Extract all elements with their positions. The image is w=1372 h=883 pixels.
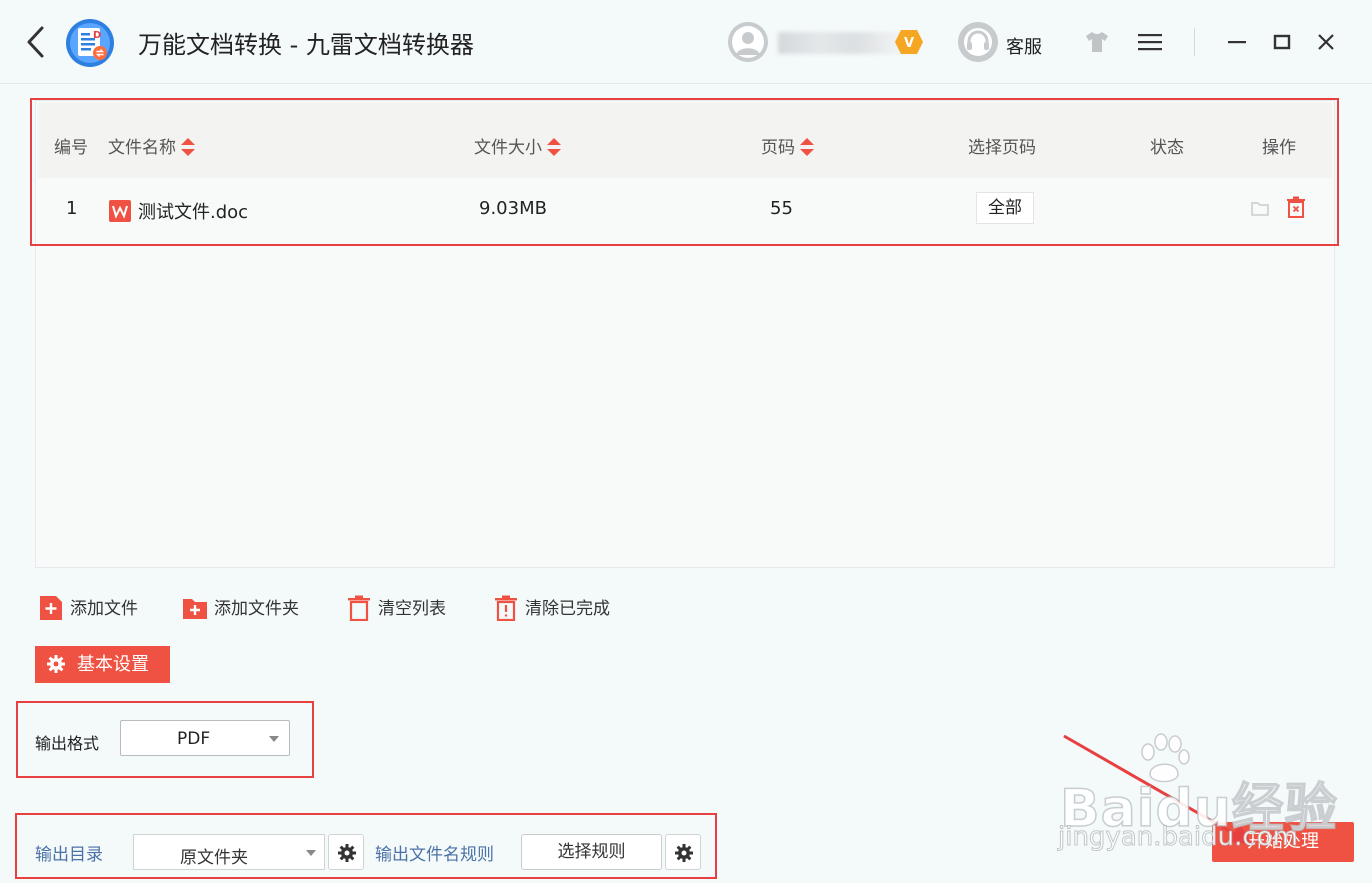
add-folder-icon: [183, 599, 207, 619]
column-header-size[interactable]: 文件大小: [474, 133, 562, 158]
delete-icon[interactable]: [1286, 196, 1306, 218]
maximize-icon[interactable]: [1271, 30, 1293, 54]
sort-icon[interactable]: [546, 137, 562, 157]
column-header-select-pages: 选择页码: [968, 138, 1036, 158]
column-header-name-label: 文件名称: [108, 138, 176, 158]
menu-icon[interactable]: [1138, 32, 1162, 52]
file-list-panel: 编号 文件名称 文件大小 页码 选择页码 状态 操作 1 测试文件.doc 9.…: [30, 98, 1339, 568]
output-format-value: PDF: [177, 729, 211, 749]
vip-badge-icon: V: [895, 30, 923, 54]
gear-icon: [338, 844, 356, 862]
output-format-label: 输出格式: [35, 734, 100, 753]
column-header-pages[interactable]: 页码: [761, 133, 815, 158]
column-header-size-label: 文件大小: [474, 138, 542, 158]
window-separator: [1194, 28, 1195, 56]
basic-settings-label: 基本设置: [77, 654, 149, 675]
close-icon[interactable]: [1315, 30, 1337, 54]
clear-done-label: 清除已完成: [525, 599, 610, 619]
clear-done-button[interactable]: 清除已完成: [493, 594, 610, 621]
output-dir-label: 输出目录: [35, 845, 103, 865]
skin-tshirt-icon[interactable]: [1084, 30, 1110, 54]
row-file-size: 9.03MB: [479, 198, 547, 219]
add-folder-label: 添加文件夹: [214, 599, 299, 619]
table-row[interactable]: 1 测试文件.doc 9.03MB 55 全部: [38, 178, 1332, 240]
column-header-index: 编号: [54, 138, 88, 158]
table-header: 编号 文件名称 文件大小 页码 选择页码 状态 操作: [38, 103, 1332, 178]
back-arrow-icon[interactable]: [22, 24, 52, 60]
row-file-name-text: 测试文件.doc: [138, 202, 249, 223]
basic-settings-tab[interactable]: 基本设置: [35, 646, 170, 683]
trash-icon: [348, 595, 370, 621]
app-logo-icon: D: [66, 19, 114, 67]
column-header-name[interactable]: 文件名称: [108, 133, 196, 158]
clear-list-label: 清空列表: [378, 599, 446, 619]
add-file-label: 添加文件: [70, 599, 138, 619]
row-file-name: 测试文件.doc: [108, 198, 248, 224]
open-folder-icon[interactable]: [1250, 198, 1270, 218]
select-rule-button[interactable]: 选择规则: [521, 834, 662, 870]
word-file-icon: [109, 200, 131, 222]
column-header-operation: 操作: [1262, 138, 1296, 158]
gear-icon: [675, 844, 693, 862]
output-dir-value: 原文件夹: [180, 848, 248, 868]
minimize-icon[interactable]: [1226, 30, 1248, 54]
output-dir-settings-button[interactable]: [328, 834, 364, 870]
filename-rule-settings-button[interactable]: [665, 834, 701, 870]
sort-icon[interactable]: [799, 137, 815, 157]
sort-icon[interactable]: [180, 137, 196, 157]
row-page-count: 55: [770, 198, 793, 219]
add-folder-button[interactable]: 添加文件夹: [182, 594, 299, 621]
svg-text:D: D: [93, 30, 101, 41]
output-format-select[interactable]: PDF: [120, 720, 290, 756]
paw-icon: [1141, 733, 1190, 783]
page-range-select[interactable]: 全部: [976, 192, 1034, 224]
trash-icon: [495, 595, 517, 621]
chevron-down-icon: [269, 736, 279, 742]
chevron-down-icon: [306, 850, 316, 856]
row-index: 1: [66, 198, 78, 219]
clear-list-button[interactable]: 清空列表: [346, 594, 446, 621]
column-header-status: 状态: [1150, 138, 1184, 158]
user-avatar-icon: [728, 22, 768, 62]
title-bar: D 万能文档转换 - 九雷文档转换器 V 客服: [0, 0, 1372, 84]
headset-icon: [958, 22, 998, 62]
customer-service-label: 客服: [1006, 37, 1042, 58]
column-header-pages-label: 页码: [761, 138, 795, 158]
app-title: 万能文档转换 - 九雷文档转换器: [138, 31, 474, 59]
add-file-icon: [40, 596, 62, 620]
start-processing-button[interactable]: 开始处理: [1212, 822, 1354, 862]
gear-icon: [47, 655, 65, 673]
avatar[interactable]: [728, 22, 768, 62]
svg-text:V: V: [904, 36, 914, 51]
add-file-button[interactable]: 添加文件: [38, 594, 138, 621]
output-dir-select[interactable]: 原文件夹: [133, 834, 325, 870]
filename-rule-label: 输出文件名规则: [375, 845, 494, 865]
